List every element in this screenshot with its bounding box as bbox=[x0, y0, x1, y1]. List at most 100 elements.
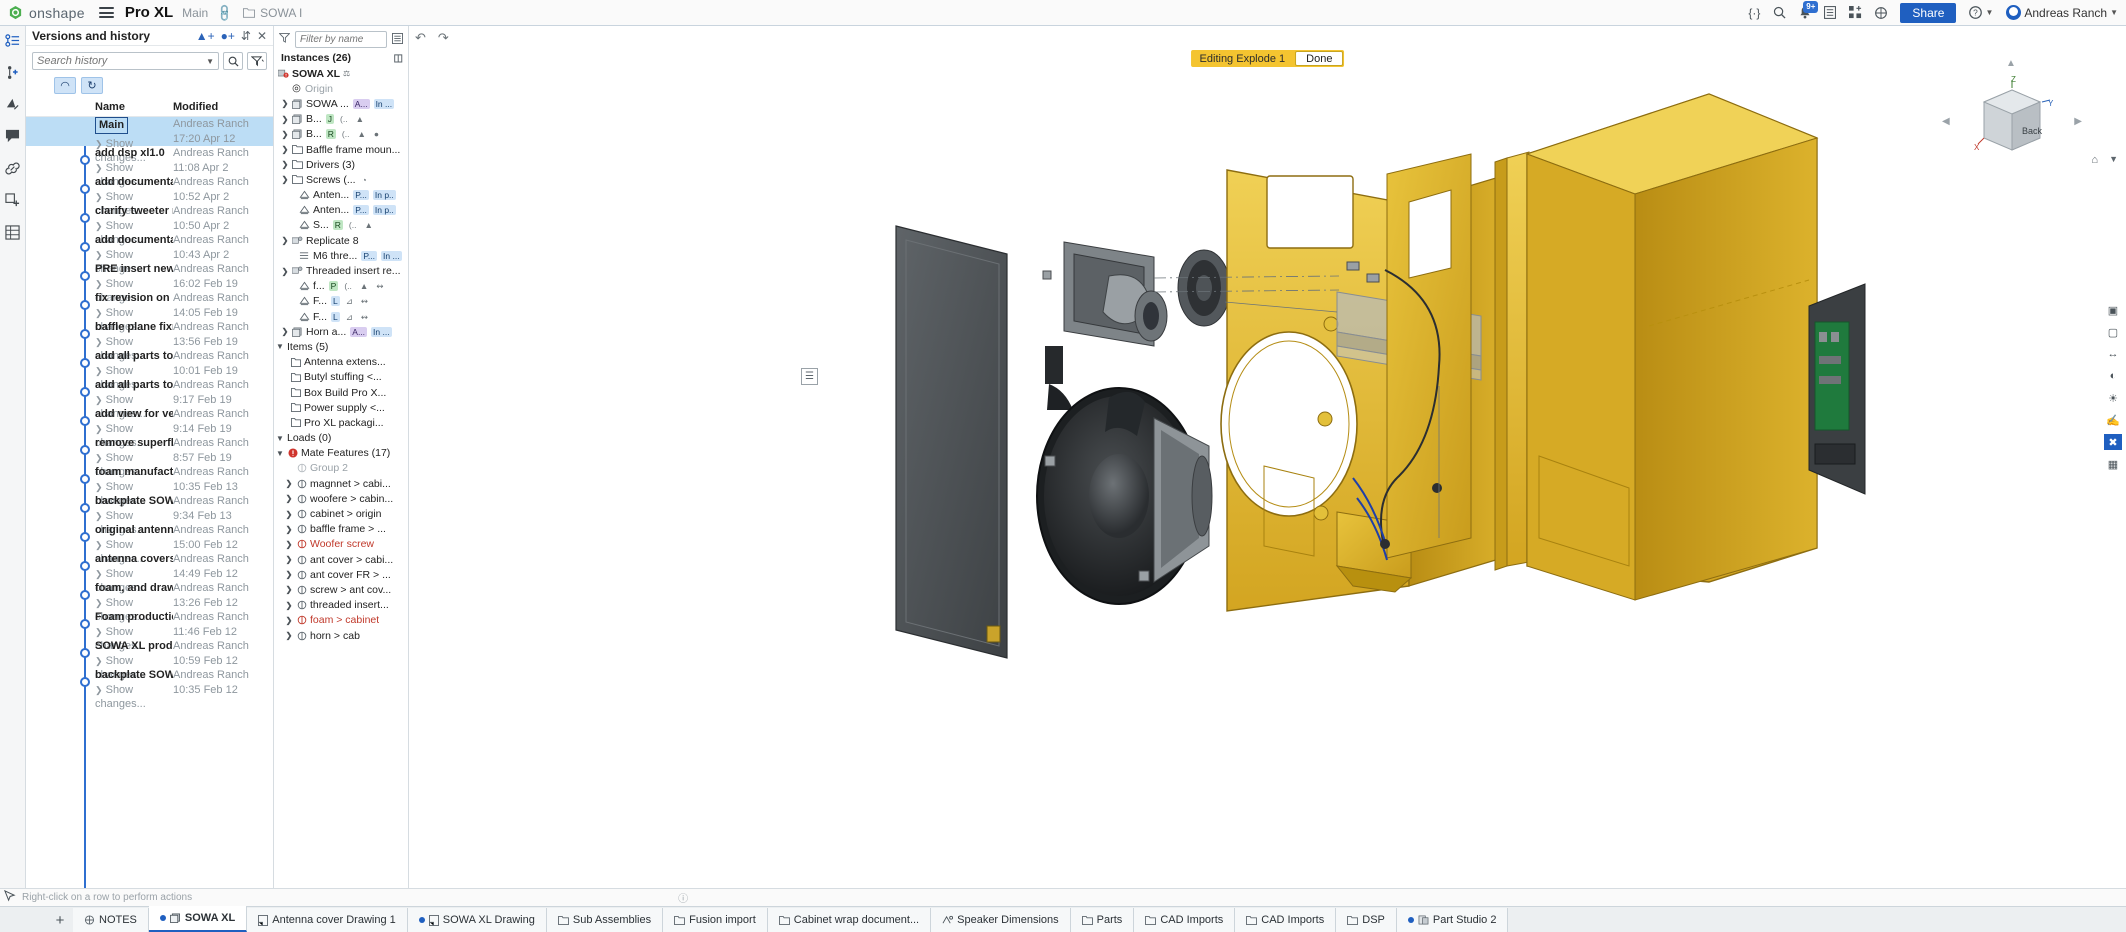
tree-node[interactable]: ❯B...J(..▲ bbox=[274, 112, 408, 127]
mate-row[interactable]: ❯screw > ant cov... bbox=[274, 582, 408, 597]
chevron-right-icon[interactable]: ❯ bbox=[281, 130, 289, 139]
tree-root-node[interactable]: SOWA XL ⚖ bbox=[274, 66, 408, 81]
chevron-right-icon[interactable]: ❯ bbox=[281, 115, 289, 124]
document-tab[interactable]: CAD Imports bbox=[1134, 908, 1235, 932]
tree-node[interactable]: ❯F...L⊿↭ bbox=[274, 309, 408, 324]
document-tab[interactable]: Cabinet wrap document... bbox=[768, 908, 931, 932]
show-branches-toggle[interactable]: ◠ bbox=[54, 77, 76, 94]
sidebar-item-add-branch[interactable] bbox=[3, 62, 23, 82]
chevron-down-icon[interactable]: ▼ bbox=[206, 57, 214, 66]
document-tab[interactable]: Parts bbox=[1071, 908, 1135, 932]
mate-row[interactable]: ❯woofere > cabin... bbox=[274, 491, 408, 506]
main-menu-icon[interactable] bbox=[99, 7, 114, 18]
add-tab-button[interactable]: + bbox=[47, 908, 73, 932]
sidebar-item-comments[interactable] bbox=[3, 126, 23, 146]
show-history-toggle[interactable]: ↻ bbox=[81, 77, 103, 94]
chevron-right-icon[interactable]: ❯ bbox=[285, 479, 293, 488]
annotate-icon[interactable]: ✍ bbox=[2104, 412, 2122, 428]
version-row[interactable]: clarify tweeter n...❯ Show changes...And… bbox=[26, 204, 273, 233]
sidebar-item-links[interactable] bbox=[3, 158, 23, 178]
exploded-speaker-model[interactable] bbox=[409, 26, 1969, 906]
breadcrumb[interactable]: SOWA I bbox=[243, 6, 302, 20]
sidebar-item-insert[interactable] bbox=[3, 190, 23, 210]
document-tab[interactable]: DSP bbox=[1336, 908, 1397, 932]
mate-row[interactable]: ❯baffle frame > ... bbox=[274, 522, 408, 537]
view-cube-right-arrow[interactable]: ▶ bbox=[2074, 116, 2082, 127]
item-row[interactable]: Power supply <... bbox=[274, 400, 408, 415]
instances-options-icon[interactable]: ◫ bbox=[394, 53, 403, 64]
tree-node[interactable]: ❯Replicate 8 bbox=[274, 233, 408, 248]
chevron-right-icon[interactable]: ❯ bbox=[285, 510, 293, 519]
document-tab[interactable]: CAD Imports bbox=[1235, 908, 1336, 932]
version-row[interactable]: baffle plane fixref❯ Show changes...Andr… bbox=[26, 320, 273, 349]
compare-icon[interactable]: ⇵ bbox=[241, 29, 251, 43]
version-row[interactable]: add documentati...❯ Show changes...Andre… bbox=[26, 175, 273, 204]
chevron-right-icon[interactable]: ❯ bbox=[281, 160, 289, 169]
version-row[interactable]: fix revision on re...❯ Show changes...An… bbox=[26, 291, 273, 320]
show-changes-link[interactable]: ❯ Show changes... bbox=[95, 683, 173, 711]
select-tool-icon[interactable] bbox=[4, 890, 16, 905]
version-row[interactable]: Foam production❯ Show changes...Andreas … bbox=[26, 610, 273, 639]
document-tab[interactable]: Fusion import bbox=[663, 908, 768, 932]
version-row[interactable]: PRE insert new ...❯ Show changes...Andre… bbox=[26, 262, 273, 291]
document-tab[interactable]: Speaker Dimensions bbox=[931, 908, 1071, 932]
chevron-right-icon[interactable]: ❯ bbox=[285, 525, 293, 534]
version-row[interactable]: antenna covers ...❯ Show changes...Andre… bbox=[26, 552, 273, 581]
chevron-right-icon[interactable]: ❯ bbox=[285, 555, 293, 564]
status-help-icon[interactable]: ⓘ bbox=[678, 890, 688, 905]
tree-node[interactable]: ❯SOWA ...A...In ... bbox=[274, 96, 408, 111]
versions-list[interactable]: Main❯ Show changes...Andreas Ranch17:20 … bbox=[26, 117, 273, 932]
version-row[interactable]: backplate SOWA...❯ Show changes...Andrea… bbox=[26, 668, 273, 697]
user-menu[interactable]: Andreas Ranch ▼ bbox=[2006, 5, 2118, 20]
chevron-down-icon[interactable]: ▼ bbox=[276, 342, 284, 351]
chevron-right-icon[interactable]: ❯ bbox=[285, 570, 293, 579]
tree-nodes[interactable]: SOWA XL ⚖ ◎ Origin ❯SOWA ...A...In ...❯B… bbox=[274, 66, 408, 932]
version-row[interactable]: remove superflu...❯ Show changes...Andre… bbox=[26, 436, 273, 465]
version-row[interactable]: original antenna ...❯ Show changes...And… bbox=[26, 523, 273, 552]
mate-row[interactable]: ❯foam > cabinet bbox=[274, 613, 408, 628]
tree-node[interactable]: ❯Horn a...A...In ... bbox=[274, 324, 408, 339]
item-row[interactable]: Box Build Pro X... bbox=[274, 385, 408, 400]
chevron-right-icon[interactable]: ❯ bbox=[285, 540, 293, 549]
explode-step-tag-icon[interactable]: ☰ bbox=[801, 368, 818, 385]
tree-node[interactable]: ❯B...R(..▲● bbox=[274, 127, 408, 142]
create-version-icon[interactable]: ▲+ bbox=[196, 29, 215, 43]
display-style-icon[interactable]: ▢ bbox=[2104, 324, 2122, 340]
version-row[interactable]: add documentati...❯ Show changes...Andre… bbox=[26, 233, 273, 262]
tree-node[interactable]: ❯Anten...P...In p.. bbox=[274, 203, 408, 218]
document-tab[interactable]: SOWA XL bbox=[149, 906, 247, 932]
tree-node[interactable]: ❯S...R(..▲ bbox=[274, 218, 408, 233]
chevron-right-icon[interactable]: ❯ bbox=[281, 145, 289, 154]
sidebar-item-versions-history[interactable] bbox=[3, 30, 23, 50]
chevron-down-icon[interactable]: ▼ bbox=[276, 434, 284, 443]
mate-row[interactable]: ❯ant cover > cabi... bbox=[274, 552, 408, 567]
tree-node[interactable]: ❯F...L⊿↭ bbox=[274, 294, 408, 309]
tree-node[interactable]: ❯M6 thre...P...In ... bbox=[274, 248, 408, 263]
view-cube-left-arrow[interactable]: ◀ bbox=[1942, 116, 1950, 127]
list-view-icon[interactable] bbox=[392, 33, 403, 47]
chevron-right-icon[interactable]: ❯ bbox=[281, 99, 289, 108]
document-tab[interactable]: Antenna cover Drawing 1 bbox=[247, 908, 408, 932]
tree-node[interactable]: ❯Drivers (3) bbox=[274, 157, 408, 172]
list-icon[interactable] bbox=[1824, 6, 1836, 19]
filter-icon[interactable] bbox=[279, 33, 290, 46]
search-history-input-wrap[interactable]: ▼ bbox=[32, 52, 219, 70]
share-button[interactable]: Share bbox=[1900, 3, 1956, 23]
chevron-right-icon[interactable]: ❯ bbox=[281, 236, 289, 245]
search-icon[interactable] bbox=[1773, 6, 1786, 19]
version-row[interactable]: backplate SOWA...❯ Show changes...Andrea… bbox=[26, 494, 273, 523]
search-button[interactable] bbox=[223, 52, 243, 70]
link-icon[interactable]: 🔗 bbox=[214, 2, 234, 22]
filter-button[interactable] bbox=[247, 52, 267, 70]
version-row[interactable]: add dsp xl1.0❯ Show changes...Andreas Ra… bbox=[26, 146, 273, 175]
tree-node[interactable]: ❯Threaded insert re... bbox=[274, 263, 408, 278]
chevron-right-icon[interactable]: ❯ bbox=[285, 616, 293, 625]
sidebar-item-table[interactable] bbox=[3, 222, 23, 242]
mate-row[interactable]: ❯Group 2 bbox=[274, 461, 408, 476]
view-cube[interactable]: Back Z Y X ◀ ▶ ▲ bbox=[1964, 72, 2060, 168]
items-header[interactable]: ▼ Items (5) bbox=[274, 339, 408, 354]
brand[interactable]: onshape bbox=[8, 5, 85, 21]
version-row[interactable]: foam manufactu...❯ Show changes...Andrea… bbox=[26, 465, 273, 494]
render-icon[interactable]: ☀ bbox=[2104, 390, 2122, 406]
mate-row[interactable]: ❯threaded insert... bbox=[274, 598, 408, 613]
